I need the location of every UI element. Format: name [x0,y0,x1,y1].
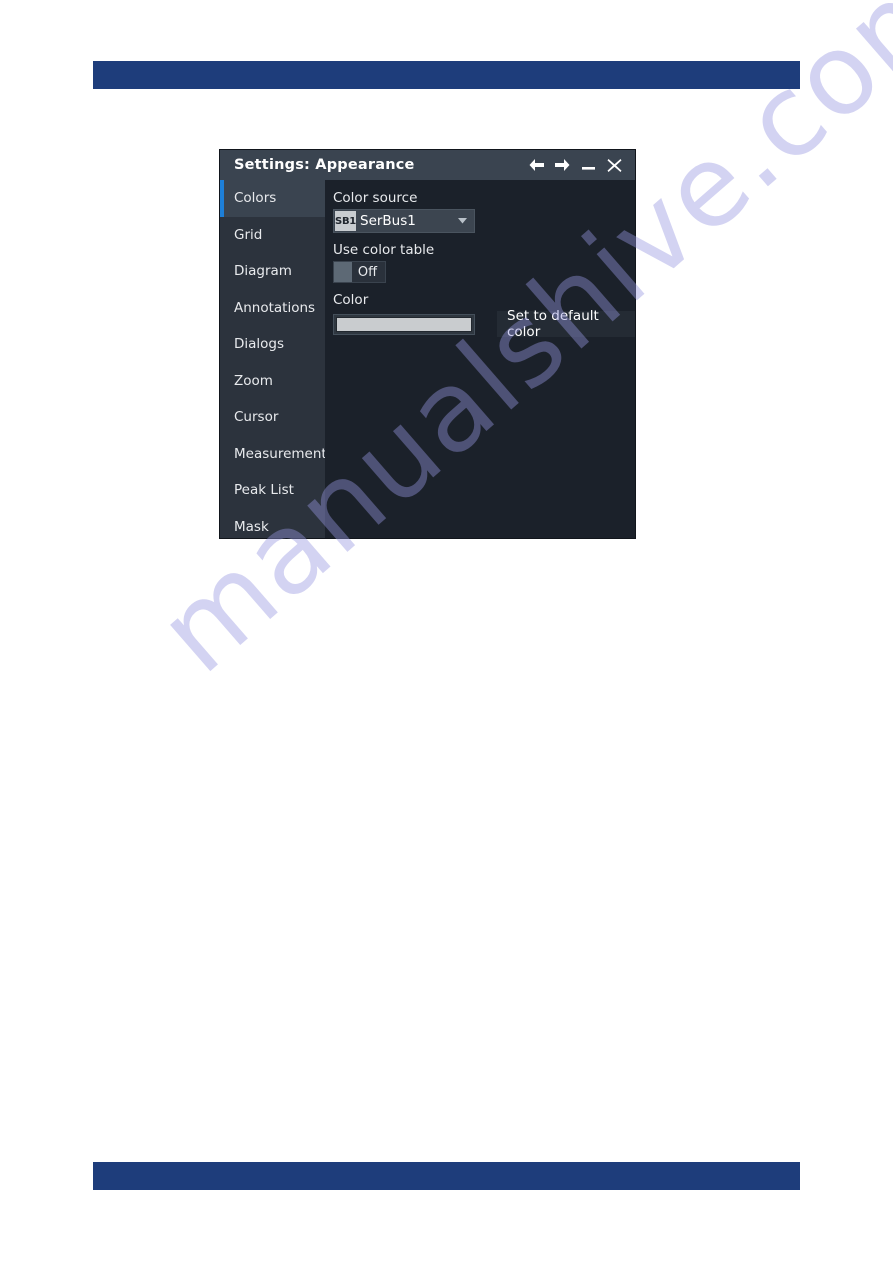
page-root: Settings: Appearance Colors Grid Diagram… [0,0,893,1263]
sidebar-item-zoom[interactable]: Zoom [220,363,325,400]
color-row: Set to default color [333,308,635,340]
dialog-titlebar: Settings: Appearance [220,150,635,180]
close-button[interactable] [601,152,627,178]
sidebar-item-label: Dialogs [234,336,285,353]
dialog-title: Settings: Appearance [234,157,415,173]
sidebar-item-label: Measurement [234,445,327,462]
sidebar-item-dialogs[interactable]: Dialogs [220,326,325,363]
color-source-dropdown[interactable]: SB1 SerBus1 [333,209,475,233]
dialog-sidebar: Colors Grid Diagram Annotations Dialogs … [220,180,327,539]
sidebar-item-grid[interactable]: Grid [220,217,325,254]
sidebar-item-label: Mask [234,518,269,535]
page-footer-bar [93,1162,800,1190]
color-swatch-field[interactable] [333,313,475,335]
sidebar-item-label: Zoom [234,372,273,389]
minimize-button[interactable] [575,152,601,178]
sidebar-item-measurement[interactable]: Measurement [220,436,327,473]
sidebar-item-cursor[interactable]: Cursor [220,399,325,436]
sidebar-item-label: Colors [234,190,277,207]
use-color-table-group: Use color table Off [333,242,635,283]
forward-button[interactable] [549,152,575,178]
color-swatch[interactable] [336,316,472,332]
set-to-default-color-button[interactable]: Set to default color [497,308,635,340]
dialog-content-panel: Color source SB1 SerBus1 Use color table… [325,180,635,538]
color-source-label: Color source [333,190,418,206]
sidebar-item-label: Grid [234,226,263,243]
chevron-down-icon [454,218,470,224]
sidebar-item-diagram[interactable]: Diagram [220,253,325,290]
settings-appearance-dialog: Settings: Appearance Colors Grid Diagram… [220,150,635,538]
page-header-bar [93,61,800,89]
use-color-table-label: Use color table [333,242,435,258]
dialog-body: Colors Grid Diagram Annotations Dialogs … [220,180,635,538]
color-group: Color Set to default color [333,292,635,340]
sidebar-item-label: Cursor [234,409,279,426]
sidebar-item-label: Diagram [234,263,292,280]
back-button[interactable] [523,152,549,178]
use-color-table-toggle[interactable]: Off [333,261,386,283]
color-source-group: Color source SB1 SerBus1 [333,190,635,233]
minimize-icon [581,167,595,170]
color-label: Color [333,292,369,308]
sidebar-item-annotations[interactable]: Annotations [220,290,325,327]
sidebar-item-peak-list[interactable]: Peak List [220,472,325,509]
arrow-left-icon [529,159,544,171]
toggle-handle[interactable] [334,262,352,282]
sidebar-item-label: Annotations [234,299,316,316]
arrow-right-icon [554,159,569,171]
close-icon [607,158,621,172]
color-source-value: SerBus1 [360,213,416,229]
sidebar-item-colors[interactable]: Colors [220,180,325,217]
sidebar-item-mask[interactable]: Mask [220,509,325,539]
toggle-state-label: Off [357,264,378,280]
sidebar-item-label: Peak List [234,482,294,499]
serial-bus-badge-icon: SB1 [335,211,356,231]
